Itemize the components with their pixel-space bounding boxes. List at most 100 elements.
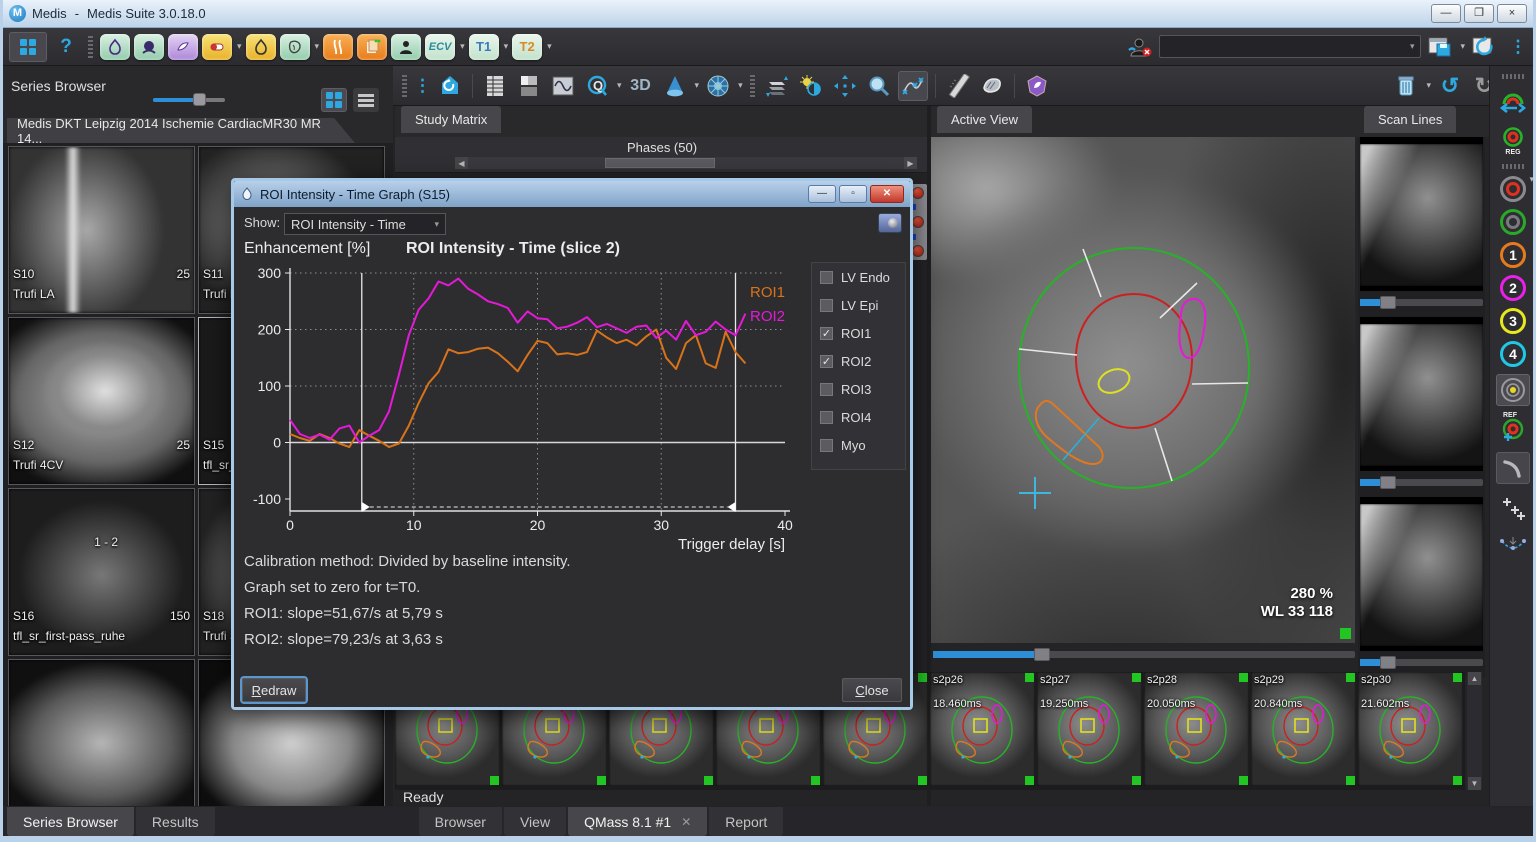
- tab-browser[interactable]: Browser: [419, 807, 502, 836]
- scan-line-slider[interactable]: [1360, 655, 1483, 669]
- qangio-app-icon[interactable]: [168, 34, 198, 60]
- layers-button[interactable]: [762, 71, 792, 101]
- reset-layout-button[interactable]: [1469, 32, 1499, 62]
- scroll-down-icon[interactable]: ▼: [1468, 777, 1481, 790]
- scroll-right-icon[interactable]: ▶: [904, 157, 917, 169]
- save-layout-button[interactable]: [1425, 32, 1455, 62]
- spline-tool-button[interactable]: [1496, 530, 1530, 562]
- scan-line-block[interactable]: [1358, 497, 1485, 669]
- save-layout-dropdown-icon[interactable]: ▾: [1460, 41, 1465, 52]
- toolbar-grip[interactable]: [750, 75, 755, 97]
- t2-dropdown-icon[interactable]: ▾: [547, 41, 552, 52]
- qstrain-app-icon[interactable]: [134, 34, 164, 60]
- dialog-maximize-button[interactable]: ▫: [839, 185, 867, 203]
- bullseye-button[interactable]: [703, 71, 733, 101]
- reference-point-button[interactable]: REF: [1496, 413, 1530, 445]
- toolbar-grip[interactable]: [1502, 74, 1524, 79]
- arc-tool-button[interactable]: [1496, 452, 1530, 484]
- patient-app-icon[interactable]: [391, 34, 421, 60]
- series-marker-icon[interactable]: [912, 187, 924, 199]
- redraw-button[interactable]: Redraw: [242, 678, 306, 702]
- endo-contour-button[interactable]: [1500, 176, 1526, 202]
- filmstrip-scrollbar[interactable]: ▲ ▼: [1467, 672, 1482, 790]
- reset-view-button[interactable]: [435, 71, 465, 101]
- region-button[interactable]: [977, 71, 1007, 101]
- checkbox-icon[interactable]: ✓: [820, 327, 833, 340]
- show-combobox[interactable]: ROI Intensity - Time ▾: [284, 213, 446, 235]
- scan-line-block[interactable]: [1358, 317, 1485, 489]
- zoom-button[interactable]: [864, 71, 894, 101]
- contrast-button[interactable]: [796, 71, 826, 101]
- t1-app-icon[interactable]: T1: [469, 34, 499, 60]
- delete-dropdown-icon[interactable]: ▾: [1426, 80, 1431, 91]
- filmstrip-cell[interactable]: s2p2719.250ms: [1037, 672, 1142, 786]
- t1-dropdown-icon[interactable]: ▾: [504, 41, 509, 52]
- curve-checkbox-row[interactable]: Myo: [812, 431, 905, 459]
- blood-pool-button[interactable]: [1496, 374, 1530, 406]
- ruler-button[interactable]: [943, 71, 973, 101]
- bullseye-dropdown-icon[interactable]: ▾: [738, 80, 743, 91]
- phase-slider[interactable]: [933, 648, 1355, 660]
- overflow-menu-button[interactable]: ⋮: [1503, 32, 1533, 62]
- undo-button[interactable]: ↺: [1435, 71, 1465, 101]
- contour-button[interactable]: [1022, 71, 1052, 101]
- roi3-button[interactable]: 3: [1500, 308, 1526, 334]
- roi1-button[interactable]: 1: [1500, 242, 1526, 268]
- transfer-contours-button[interactable]: [1496, 86, 1530, 118]
- endo-contour[interactable]: [1076, 294, 1192, 428]
- remove-user-button[interactable]: [1125, 32, 1155, 62]
- checkbox-icon[interactable]: [820, 439, 833, 452]
- tab-active-view[interactable]: Active View: [937, 106, 1032, 133]
- ecv-dropdown-icon[interactable]: ▾: [460, 41, 465, 52]
- tab-view[interactable]: View: [504, 807, 566, 836]
- scan-line-slider[interactable]: [1360, 475, 1483, 489]
- filmstrip-button[interactable]: [514, 71, 544, 101]
- series-browser-layout-button[interactable]: [9, 32, 47, 62]
- list-view-button[interactable]: [353, 88, 379, 112]
- curve-checkbox-row[interactable]: ✓ROI1: [812, 319, 905, 347]
- tab-series-browser[interactable]: Series Browser: [7, 807, 134, 836]
- qpharma-app-icon[interactable]: [202, 34, 232, 60]
- cone-button[interactable]: [660, 71, 690, 101]
- menu-dots-icon[interactable]: ⋮: [414, 76, 431, 96]
- filmstrip-cell[interactable]: s2p2820.050ms: [1144, 672, 1249, 786]
- registration-button[interactable]: REG: [1496, 125, 1530, 157]
- point-tool-button[interactable]: [1496, 491, 1530, 523]
- roi1-contour[interactable]: [1036, 401, 1103, 464]
- series-thumbnail[interactable]: S1225Trufi 4CV: [8, 317, 195, 485]
- qflow-dropdown-icon[interactable]: ▾: [617, 80, 622, 91]
- roi4-button[interactable]: 4: [1500, 341, 1526, 367]
- checkbox-icon[interactable]: [820, 299, 833, 312]
- signal-graph-button[interactable]: [548, 71, 578, 101]
- qheart-app-icon[interactable]: [280, 34, 310, 60]
- series-thumbnail[interactable]: [8, 659, 195, 806]
- epi-contour-button[interactable]: [1500, 209, 1526, 235]
- delete-button[interactable]: [1391, 71, 1421, 101]
- phases-scroll-thumb[interactable]: [605, 158, 715, 168]
- tab-report[interactable]: Report: [709, 807, 783, 836]
- toolbar-grip[interactable]: [88, 36, 93, 58]
- thumbnail-size-slider[interactable]: [153, 98, 225, 102]
- checkbox-icon[interactable]: [820, 271, 833, 284]
- reference-cross-icon[interactable]: [1019, 477, 1051, 509]
- study-matrix-button[interactable]: [480, 71, 510, 101]
- filmstrip-cell[interactable]: s2p2920.840ms: [1251, 672, 1356, 786]
- phases-scrollbar[interactable]: ◀ ▶: [455, 157, 917, 169]
- series-marker-icon[interactable]: [912, 245, 924, 257]
- tab-qmass[interactable]: QMass 8.1 #1 ✕: [568, 807, 707, 836]
- close-button[interactable]: ×: [1497, 4, 1527, 23]
- qflow-app-icon[interactable]: [323, 34, 353, 60]
- checkbox-icon[interactable]: ✓: [820, 355, 833, 368]
- roi2-button[interactable]: 2: [1500, 275, 1526, 301]
- checkbox-icon[interactable]: [820, 411, 833, 424]
- reg-dropdown-icon[interactable]: ▾: [1529, 174, 1534, 185]
- tab-study-matrix[interactable]: Study Matrix: [401, 106, 501, 133]
- epi-contour[interactable]: [1019, 248, 1249, 488]
- curve-checkbox-row[interactable]: LV Endo: [812, 263, 905, 291]
- workspace-combobox[interactable]: ▾: [1159, 35, 1421, 58]
- minimize-button[interactable]: —: [1431, 4, 1461, 23]
- t2-app-icon[interactable]: T2: [512, 34, 542, 60]
- toolbar-grip[interactable]: [1502, 164, 1524, 169]
- help-button[interactable]: ?: [51, 32, 81, 62]
- grid-view-button[interactable]: [321, 88, 347, 112]
